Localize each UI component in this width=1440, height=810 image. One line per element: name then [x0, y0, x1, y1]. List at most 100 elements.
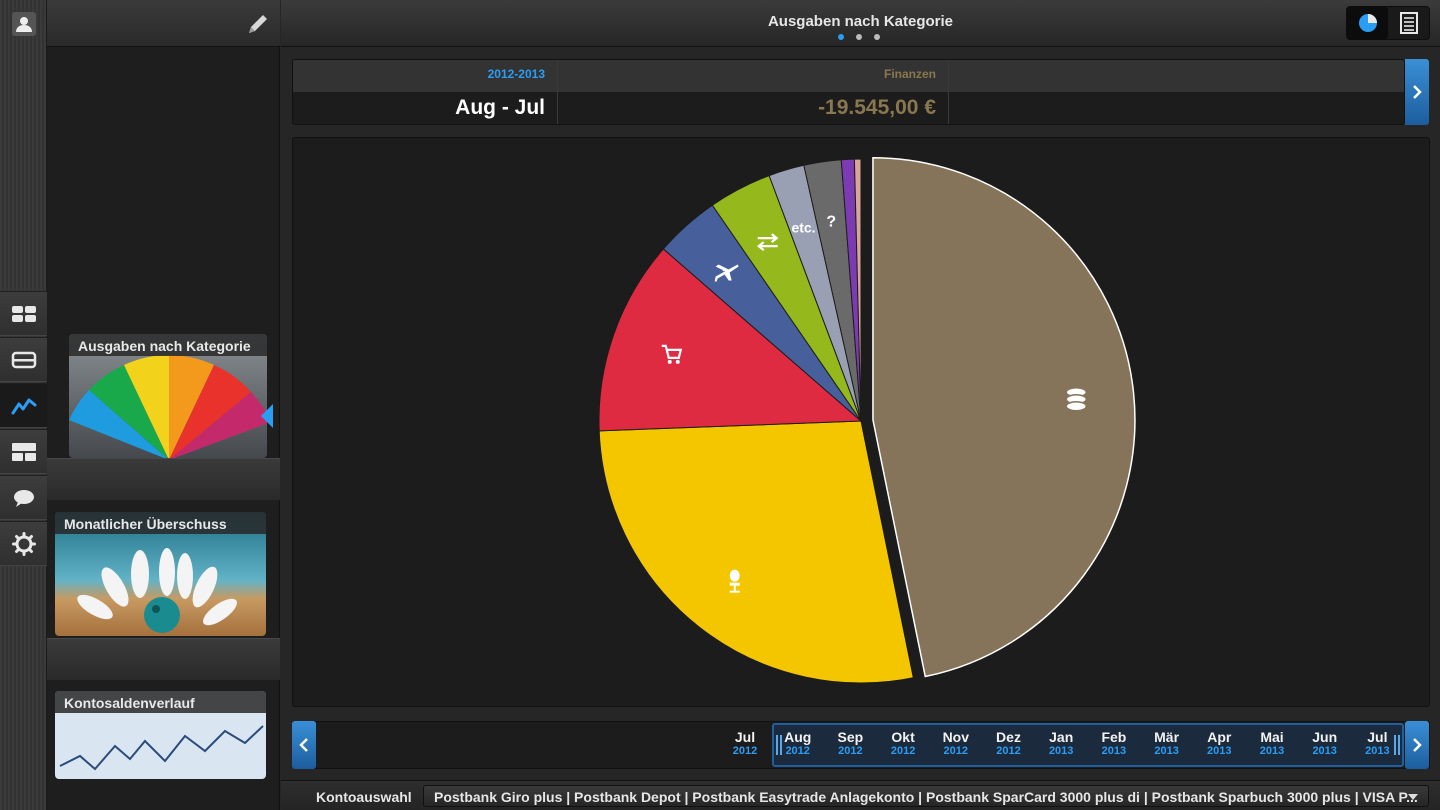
timeline-month[interactable]: Feb 2013: [1089, 729, 1139, 757]
month-label: Dez: [996, 729, 1021, 745]
chevron-down-icon: [1408, 794, 1418, 800]
card-title: Ausgaben nach Kategorie: [69, 334, 267, 356]
pie-view-button[interactable]: [1347, 7, 1388, 39]
header-bar: Ausgaben nach Kategorie: [281, 0, 1440, 47]
year-label: 2012: [890, 745, 916, 757]
year-label: 2012: [732, 745, 758, 757]
pager-dot[interactable]: [856, 34, 862, 40]
list-view-button[interactable]: [1388, 7, 1429, 39]
app-window: Ausgaben nach Kategorie Monatlicher Über…: [0, 0, 1440, 810]
year-label: 2012: [996, 745, 1021, 757]
timeline-prev-button[interactable]: [292, 721, 316, 769]
timeline-month[interactable]: Jul 2013: [1352, 729, 1402, 757]
pie-slice-housing[interactable]: [598, 420, 914, 684]
year-label: 2013: [1207, 745, 1232, 757]
timeline-month[interactable]: Apr 2013: [1194, 729, 1244, 757]
pie-slice-label: etc.: [791, 220, 815, 236]
year-label: 2013: [1154, 745, 1179, 757]
chevron-right-icon: [1413, 738, 1422, 752]
timeline-month[interactable]: Jan 2013: [1036, 729, 1086, 757]
year-label: 2013: [1259, 745, 1285, 757]
pie-slice-finance[interactable]: [872, 157, 1136, 678]
month-label: Jul: [734, 729, 756, 745]
timeline-month[interactable]: Sep 2012: [825, 729, 875, 757]
pie-chart: etc.?: [598, 157, 1136, 684]
month-label: Nov: [942, 729, 970, 745]
timeline-month[interactable]: Nov 2012: [931, 729, 981, 757]
month-label: Aug: [784, 729, 812, 745]
dashboard-icon: [11, 305, 36, 322]
category-value: -19.545,00 €: [818, 96, 936, 119]
month-label: Sep: [837, 729, 864, 745]
timeline-next-button[interactable]: [1405, 721, 1429, 769]
month-label: Jun: [1312, 729, 1338, 745]
database-icon: [1065, 387, 1088, 412]
timeline-month[interactable]: Aug 2012: [773, 729, 823, 757]
month-label: Feb: [1101, 729, 1127, 745]
pie-slice-label: ?: [826, 213, 836, 230]
list-icon: [1399, 12, 1418, 34]
chart-line-icon: [11, 398, 36, 414]
category-column[interactable]: Finanzen -19.545,00 €: [558, 60, 949, 124]
timeline-month[interactable]: Mai 2013: [1247, 729, 1297, 757]
icon-rail: [0, 0, 47, 810]
month-label: Okt: [891, 729, 915, 745]
year-label: 2012: [943, 745, 969, 757]
sidebar: Ausgaben nach Kategorie Monatlicher Über…: [47, 0, 280, 810]
year-label: 2012: [838, 745, 863, 757]
card-title: Monatlicher Überschuss: [55, 512, 266, 534]
pencil-icon[interactable]: [245, 11, 271, 37]
card-kontosaldenverlauf[interactable]: Kontosaldenverlauf: [55, 691, 266, 779]
chevron-left-icon: [299, 738, 308, 752]
card-ausgaben-nach-kategorie[interactable]: Ausgaben nach Kategorie: [69, 334, 267, 458]
charts-button[interactable]: [0, 383, 47, 428]
shelf: [47, 638, 280, 680]
timeline-month[interactable]: Jul 2012: [720, 729, 770, 757]
user-icon[interactable]: [12, 12, 36, 36]
month-label: Jan: [1049, 729, 1074, 745]
period-column[interactable]: 2012-2013 Aug - Jul: [293, 60, 558, 124]
timeline-month[interactable]: Okt 2012: [878, 729, 928, 757]
month-label: Apr: [1207, 729, 1232, 745]
chat-icon: [13, 489, 34, 507]
sidebar-header: [47, 0, 280, 47]
month-label: Mai: [1260, 729, 1284, 745]
timeline-month[interactable]: Dez 2012: [984, 729, 1034, 757]
year-label: 2013: [1101, 745, 1127, 757]
timeline-month[interactable]: Mär 2013: [1142, 729, 1192, 757]
gear-icon: [11, 531, 36, 556]
chart-panel: etc.?: [292, 137, 1430, 707]
footer-bar: Kontoauswahl Postbank Giro plus | Postba…: [281, 780, 1440, 810]
pager-dots[interactable]: [838, 34, 880, 40]
account-label: Kontoauswahl: [316, 789, 412, 805]
account-select[interactable]: Postbank Giro plus | Postbank Depot | Po…: [423, 785, 1429, 807]
collapse-arrow-icon[interactable]: [259, 402, 275, 430]
period-summary: 2012-2013 Aug - Jul Finanzen -19.545,00 …: [292, 59, 1405, 125]
timeline-month[interactable]: Jun 2013: [1300, 729, 1350, 757]
pager-dot[interactable]: [838, 34, 844, 40]
account-select-value: Postbank Giro plus | Postbank Depot | Po…: [434, 789, 1418, 805]
card-monatlicher-ueberschuss[interactable]: Monatlicher Überschuss: [55, 512, 266, 636]
layout-icon: [11, 442, 36, 461]
pager-dot[interactable]: [874, 34, 880, 40]
card-title: Kontosaldenverlauf: [55, 691, 266, 713]
period-label: 2012-2013: [487, 67, 545, 81]
chevron-right-icon: [1413, 85, 1422, 99]
page-title: Ausgaben nach Kategorie: [767, 13, 954, 30]
layout-button[interactable]: [0, 429, 47, 474]
settings-button[interactable]: [0, 521, 47, 566]
shelf: [47, 458, 280, 500]
summary-next-button[interactable]: [1405, 59, 1429, 125]
month-label: Mär: [1154, 729, 1180, 745]
category-label: Finanzen: [883, 67, 936, 81]
year-label: 2013: [1312, 745, 1337, 757]
view-switcher[interactable]: [1346, 6, 1430, 40]
month-label: Jul: [1367, 729, 1388, 745]
year-label: 2013: [1365, 745, 1390, 757]
card-icon: [11, 351, 36, 368]
accounts-button[interactable]: [0, 337, 47, 382]
dashboard-button[interactable]: [0, 291, 47, 336]
pie-chart-icon: [1358, 14, 1377, 32]
year-label: 2012: [785, 745, 810, 757]
chat-button[interactable]: [0, 475, 47, 520]
